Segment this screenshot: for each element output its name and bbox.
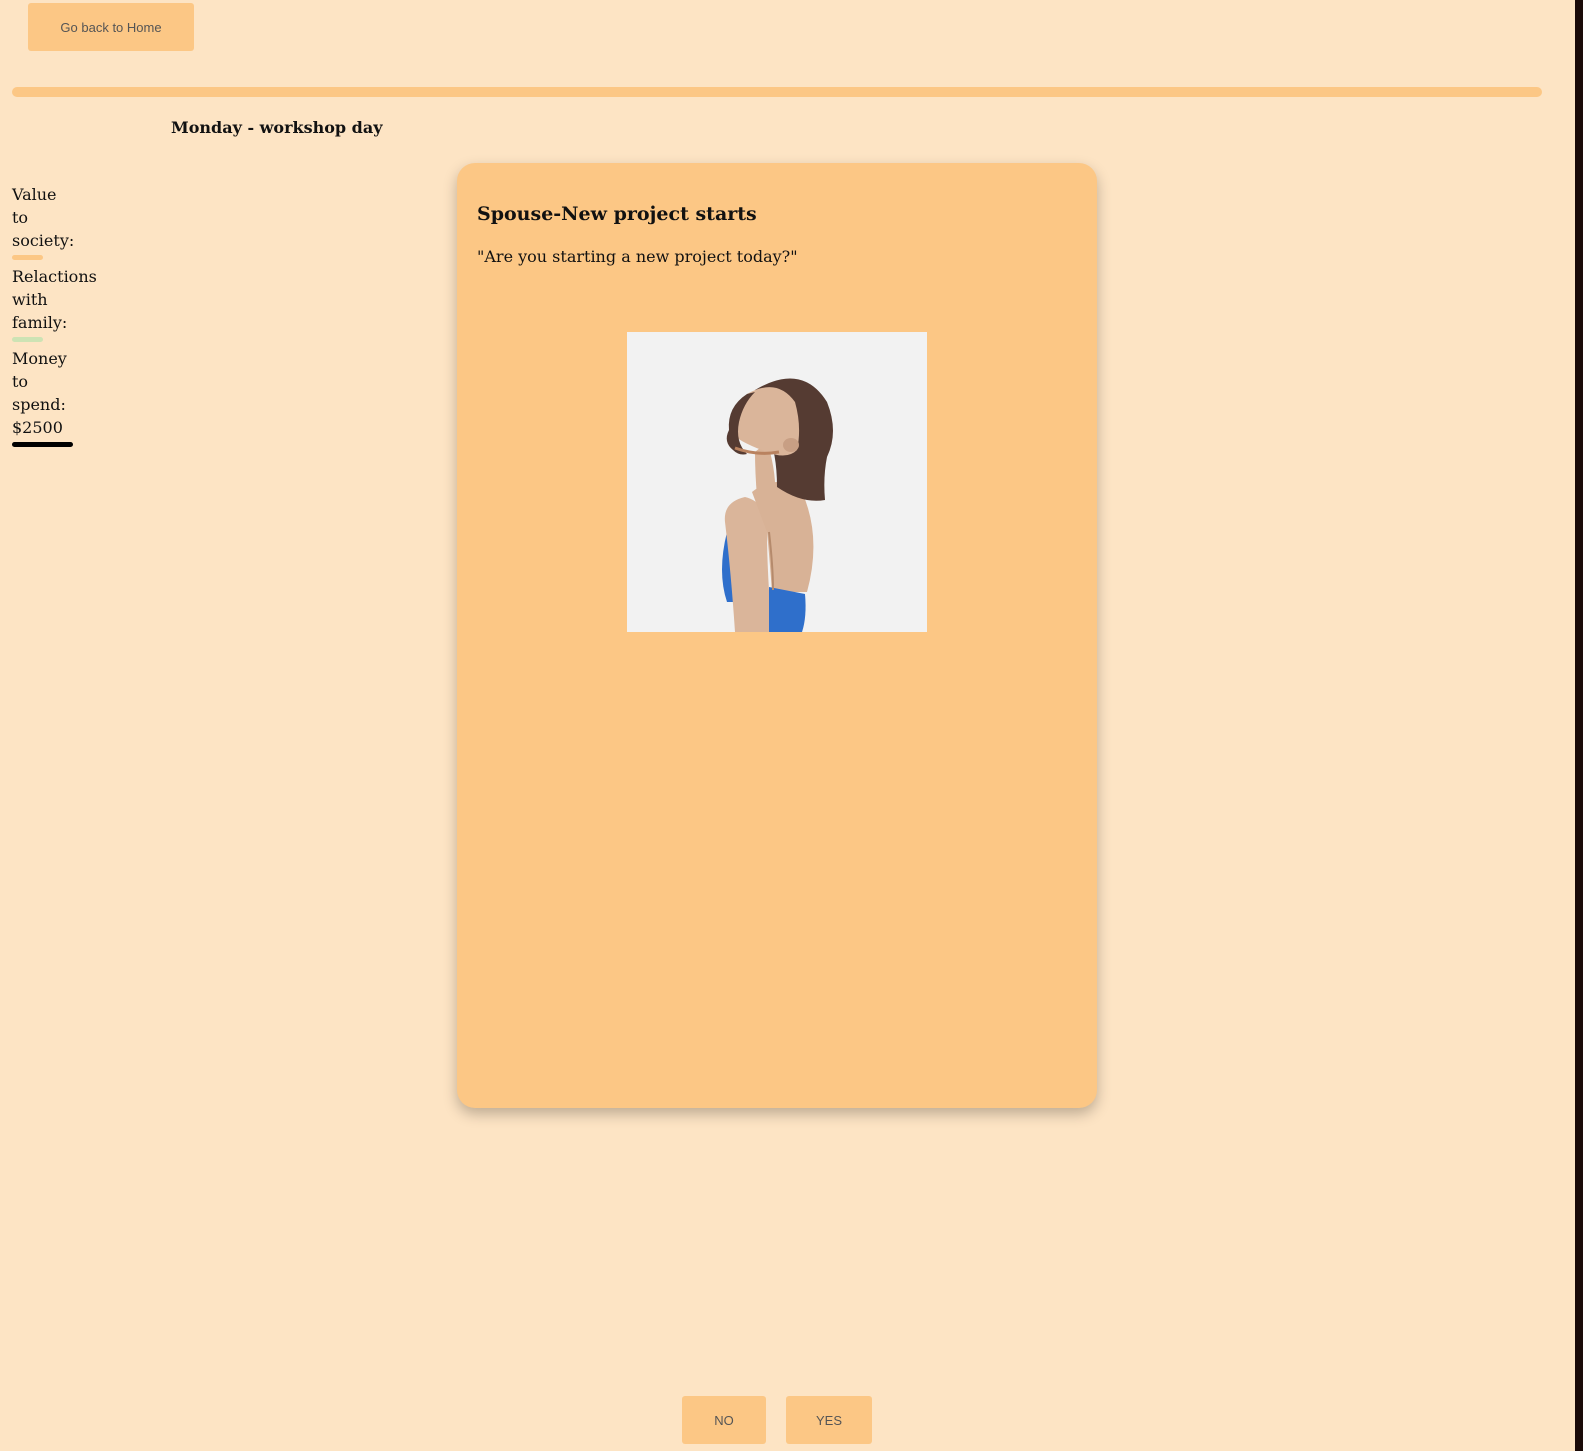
stats-panel: Value to society: Relactions with family… [12, 183, 102, 452]
yes-button[interactable]: YES [786, 1396, 872, 1444]
stat-label: Money to spend: $2500 [12, 349, 67, 437]
card-title: Spouse-New project starts [477, 203, 757, 225]
stat-bar [12, 337, 43, 342]
progress-bar-fill [12, 87, 1542, 97]
stat-bar [12, 442, 73, 447]
go-back-home-button[interactable]: Go back to Home [28, 3, 194, 51]
spouse-portrait-image [627, 332, 927, 632]
event-card: Spouse-New project starts "Are you start… [457, 163, 1097, 1108]
progress-bar [12, 87, 1542, 97]
stat-bar [12, 255, 43, 260]
stat-relations-with-family: Relactions with family: [12, 265, 102, 342]
stat-value-to-society: Value to society: [12, 183, 102, 260]
window-edge [1575, 0, 1583, 1451]
stat-label: Relactions with family: [12, 267, 97, 332]
stat-money-to-spend: Money to spend: $2500 [12, 347, 102, 447]
day-title: Monday - workshop day [171, 118, 383, 137]
stat-label: Value to society: [12, 185, 75, 250]
card-question: "Are you starting a new project today?" [477, 247, 798, 266]
no-button[interactable]: NO [682, 1396, 766, 1444]
woman-profile-illustration [722, 378, 833, 632]
